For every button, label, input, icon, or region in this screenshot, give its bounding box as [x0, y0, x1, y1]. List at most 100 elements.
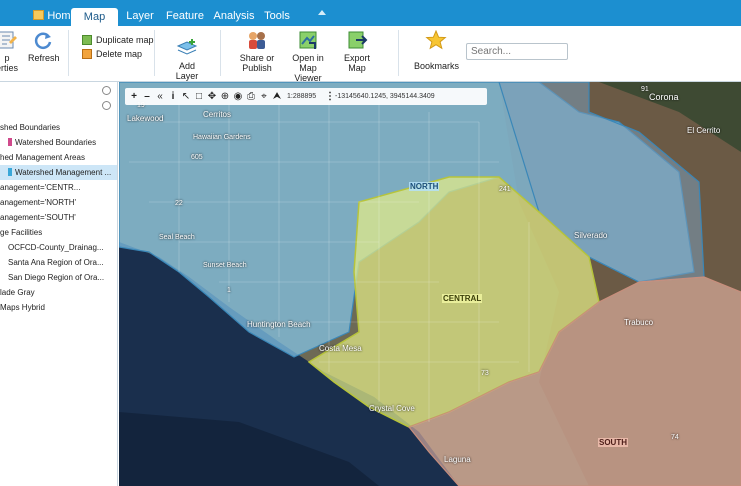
layer-item[interactable]: Maps Hybrid: [0, 300, 117, 315]
route-shield: 74: [671, 434, 679, 441]
tab-analysis[interactable]: Analysis: [213, 6, 255, 26]
previous-extent-button[interactable]: «: [154, 88, 166, 105]
search-layers-icon[interactable]: [102, 101, 111, 110]
place-label: Laguna: [444, 455, 471, 464]
zoom-in-button[interactable]: +: [128, 88, 140, 105]
layer-item[interactable]: anagement='NORTH': [0, 195, 117, 210]
place-label: Costa Mesa: [319, 344, 362, 353]
map-properties-icon: [0, 31, 17, 49]
delete-map-label: Delete map: [96, 49, 143, 59]
tab-layer[interactable]: Layer: [123, 6, 157, 26]
identify-icon[interactable]: i: [167, 88, 179, 105]
layer-item[interactable]: shed Boundaries: [0, 120, 117, 135]
export-map-icon: [348, 31, 368, 49]
home-icon: [33, 10, 45, 20]
layer-item[interactable]: anagement='CENTR...: [0, 180, 117, 195]
refresh-label: Refresh: [28, 53, 60, 63]
layer-item[interactable]: Watershed Boundaries: [0, 135, 117, 150]
pan-icon[interactable]: ✥: [206, 88, 218, 105]
ribbon-separator: [398, 30, 399, 76]
layer-item-label: Watershed Boundaries: [15, 138, 97, 147]
layer-item[interactable]: ge Facilities: [0, 225, 117, 240]
place-label: Silverado: [574, 231, 608, 240]
layer-symbol-icon: [8, 168, 12, 176]
ribbon-separator: [154, 30, 155, 76]
ribbon-separator: [220, 30, 221, 76]
star-icon: [425, 30, 447, 50]
print-icon[interactable]: ⎙: [245, 88, 257, 105]
delete-map-icon: [82, 49, 92, 59]
locate-icon[interactable]: ⌖: [258, 88, 270, 105]
export-map-button[interactable]: Export Map: [336, 30, 378, 73]
layer-item[interactable]: lade Gray: [0, 285, 117, 300]
share-label-2: Publish: [242, 63, 272, 73]
layer-item[interactable]: San Diego Region of Ora...: [0, 270, 117, 285]
route-shield: 605: [191, 154, 203, 161]
map-view[interactable]: Lakewood Cerritos Hawaiian Gardens Seal …: [119, 82, 741, 486]
add-layer-icon: [176, 39, 198, 55]
layer-item[interactable]: OCFCD-County_Drainag...: [0, 240, 117, 255]
route-shield: 73: [481, 370, 489, 377]
place-label: Corona: [649, 92, 679, 102]
place-label: Trabuco: [624, 318, 654, 327]
open-viewer-label-2: Map Viewer: [294, 63, 322, 83]
tab-map[interactable]: Map: [71, 8, 118, 26]
duplicate-map-label: Duplicate map: [96, 35, 154, 45]
search-input[interactable]: [466, 43, 568, 60]
layer-panel-tools: [0, 82, 117, 120]
route-shield: 241: [499, 186, 511, 193]
collapse-ribbon-icon[interactable]: [318, 10, 326, 15]
add-layer-label: Add Layer: [175, 61, 199, 81]
share-icon: [249, 32, 265, 49]
open-map-viewer-button[interactable]: Open in Map Viewer: [286, 30, 330, 83]
select-arrow-icon[interactable]: ↖: [180, 88, 192, 105]
route-shield: 1: [227, 287, 231, 294]
map-properties-button[interactable]: p erties: [0, 30, 20, 73]
place-label: El Cerrito: [687, 126, 721, 135]
place-label: Crystal Cove: [369, 404, 415, 413]
share-publish-button[interactable]: Share or Publish: [238, 30, 276, 73]
layer-item[interactable]: Santa Ana Region of Ora...: [0, 255, 117, 270]
region-label-south: SOUTH: [598, 438, 628, 447]
layer-panel: shed Boundaries Watershed Boundaries hed…: [0, 82, 118, 486]
duplicate-map-icon: [82, 35, 92, 45]
map-properties-label-1: p: [4, 53, 10, 63]
open-viewer-label-1: Open in: [292, 53, 324, 63]
export-map-label: Export Map: [343, 53, 370, 73]
layer-item[interactable]: anagement='SOUTH': [0, 210, 117, 225]
map-scale: 1:288895: [287, 93, 317, 100]
box-select-icon[interactable]: □: [193, 88, 205, 105]
share-label-1: Share or: [239, 53, 275, 63]
place-label: Seal Beach: [159, 234, 195, 241]
map-canvas: [119, 82, 741, 486]
route-shield: 22: [175, 200, 183, 207]
refresh-button[interactable]: Refresh: [28, 30, 60, 63]
delete-map-button[interactable]: Delete map: [82, 48, 142, 60]
place-label: Sunset Beach: [203, 262, 247, 269]
route-shield: 91: [641, 86, 649, 93]
globe-icon[interactable]: ◉: [232, 88, 244, 105]
tab-feature[interactable]: Feature: [166, 6, 204, 26]
region-label-north: NORTH: [409, 182, 440, 191]
bookmarks-label: Bookmarks: [414, 61, 460, 71]
place-label: Cerritos: [203, 110, 232, 119]
layer-item[interactable]: hed Management Areas: [0, 150, 117, 165]
map-properties-label-2: erties: [0, 63, 18, 73]
ribbon-separator: [68, 30, 69, 76]
add-layer-button[interactable]: Add Layer: [168, 38, 206, 81]
refresh-icon: [34, 32, 52, 49]
layer-item-label: Watershed Management ...: [15, 168, 112, 177]
ribbon-toolbar: p erties Refresh Duplicate map Delete ma…: [0, 26, 741, 83]
north-arrow-icon[interactable]: ⮝: [271, 88, 283, 105]
zoom-glass-icon[interactable]: ⊕: [219, 88, 231, 105]
place-label: Huntington Beach: [247, 320, 311, 329]
tab-tools[interactable]: Tools: [263, 6, 291, 26]
layer-item-selected[interactable]: Watershed Management ...: [0, 165, 117, 180]
zoom-out-button[interactable]: –: [141, 88, 153, 105]
collapse-all-icon[interactable]: [102, 86, 111, 95]
duplicate-map-button[interactable]: Duplicate map: [82, 34, 154, 46]
ribbon-tab-bar: Home Map Layer Feature Analysis Tools: [0, 0, 741, 26]
map-toolbar: + – « i ↖ □ ✥ ⊕ ◉ ⎙ ⌖ ⮝ 1:288895 ⋮ -1314…: [125, 88, 487, 105]
bookmarks-button[interactable]: Bookmarks: [414, 30, 460, 71]
place-label: Lakewood: [127, 114, 164, 123]
